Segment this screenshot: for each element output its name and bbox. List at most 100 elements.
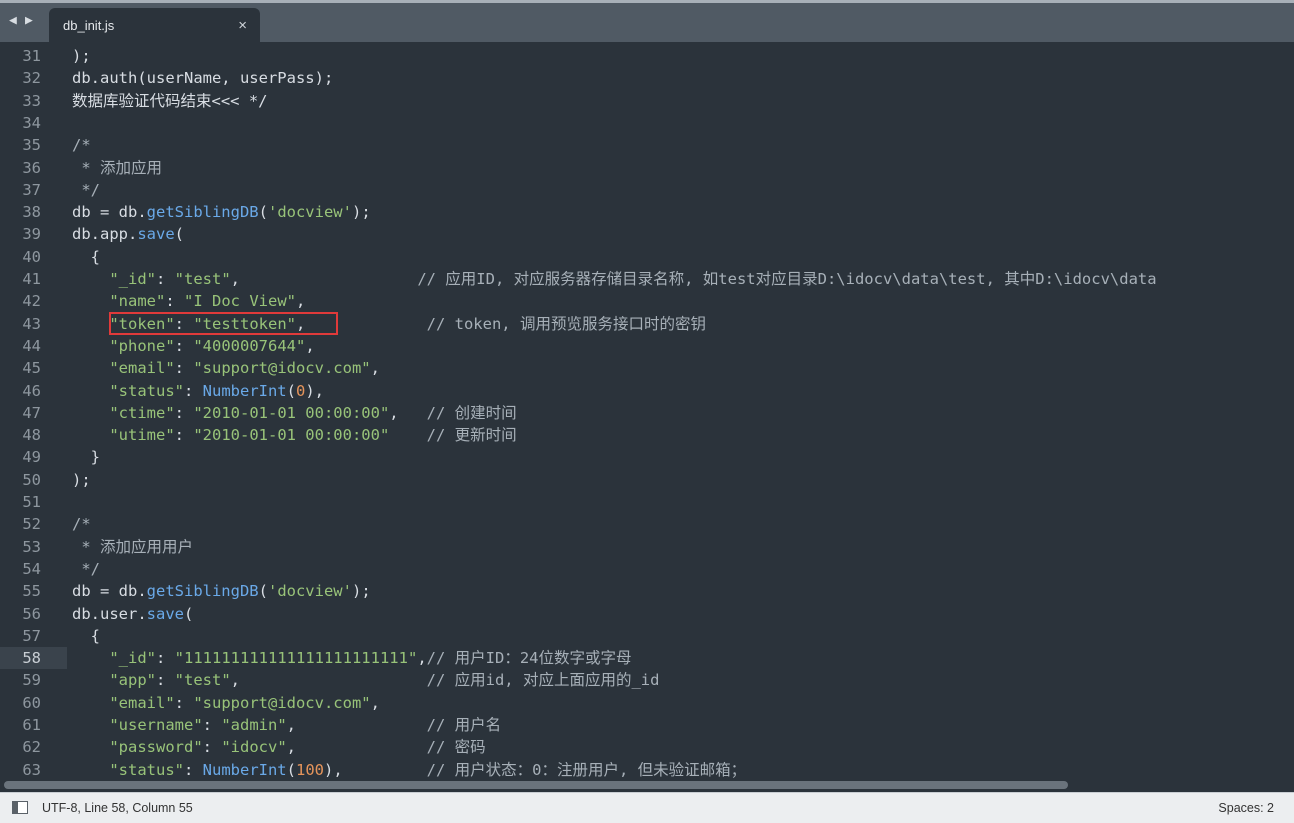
code-token-func: save	[137, 225, 175, 244]
code-text: "password": "idocv", // 密码	[72, 736, 485, 758]
code-line[interactable]: 39 db.app.save(	[0, 223, 1294, 245]
code-line[interactable]: 63 "status": NumberInt(100), // 用户状态：0：注…	[0, 759, 1294, 778]
code-token-text: {	[72, 626, 100, 645]
code-token-string: "I Doc View"	[184, 292, 296, 311]
code-line[interactable]: 48 "utime": "2010-01-01 00:00:00" // 更新时…	[0, 424, 1294, 446]
code-line[interactable]: 40 {	[0, 246, 1294, 268]
line-number: 50	[22, 470, 41, 489]
line-number: 54	[22, 559, 41, 578]
code-line[interactable]: 49 }	[0, 446, 1294, 468]
code-line[interactable]: 45 "email": "support@idocv.com",	[0, 357, 1294, 379]
code-line[interactable]: 52 /*	[0, 513, 1294, 535]
code-token-text: db.auth(userName, userPass);	[72, 69, 334, 88]
code-line[interactable]: 61 "username": "admin", // 用户名	[0, 714, 1294, 736]
code-token-text: :	[156, 270, 175, 288]
code-token-string: "status"	[109, 760, 184, 778]
code-token-text: (	[286, 381, 296, 400]
line-number: 39	[22, 225, 41, 244]
code-line[interactable]: 34	[0, 112, 1294, 134]
code-token-text: );	[72, 47, 91, 65]
code-token-string: "status"	[109, 381, 184, 400]
line-number: 61	[22, 716, 41, 734]
code-token-comment: // 应用id, 对应上面应用的_id	[426, 671, 660, 690]
code-token-text: ,	[370, 693, 380, 712]
nav-forward-icon[interactable]: ▶	[25, 13, 33, 29]
tab-title: db_init.js	[63, 18, 115, 33]
code-line[interactable]: 33 数据库验证代码结束<<< */	[0, 90, 1294, 112]
code-line[interactable]: 62 "password": "idocv", // 密码	[0, 736, 1294, 758]
code-line[interactable]: 35 /*	[0, 134, 1294, 156]
code-token-func: NumberInt	[202, 381, 287, 400]
code-token-string: "2010-01-01 00:00:00"	[193, 403, 390, 422]
code-token-comment: // 用户名	[426, 716, 502, 734]
line-number: 57	[22, 626, 41, 645]
code-token-string: "4000007644"	[193, 336, 306, 355]
nav-back-icon[interactable]: ◀	[9, 13, 17, 29]
code-token-string: "_id"	[109, 270, 156, 288]
code-line[interactable]: 46 "status": NumberInt(0),	[0, 380, 1294, 402]
code-token-string: "app"	[109, 671, 156, 690]
close-icon[interactable]: ×	[238, 17, 247, 34]
code-token-string: "_id"	[109, 649, 156, 668]
code-text: * 添加应用用户	[72, 536, 193, 558]
code-text: db = db.getSiblingDB('docview');	[72, 580, 371, 602]
code-token-string: "test"	[174, 671, 231, 690]
code-line[interactable]: 57 {	[0, 625, 1294, 647]
code-token-text: ,	[295, 292, 306, 311]
code-line[interactable]: 44 "phone": "4000007644",	[0, 335, 1294, 357]
code-line[interactable]: 38 db = db.getSiblingDB('docview');	[0, 201, 1294, 223]
status-indentation[interactable]: Spaces: 2	[1218, 801, 1274, 815]
code-token-string: "password"	[109, 738, 203, 757]
code-token-string: "email"	[109, 359, 175, 378]
horizontal-scrollbar[interactable]	[0, 778, 1294, 792]
code-token-text: ,	[417, 649, 427, 668]
line-number: 35	[22, 136, 41, 155]
code-token-text: :	[174, 359, 194, 378]
code-line[interactable]: 56 db.user.save(	[0, 603, 1294, 625]
code-line[interactable]: 47 "ctime": "2010-01-01 00:00:00", // 创建…	[0, 402, 1294, 424]
code-token-string: "email"	[109, 693, 175, 712]
code-line[interactable]: 42 "name": "I Doc View",	[0, 290, 1294, 312]
code-line[interactable]: 53 * 添加应用用户	[0, 536, 1294, 558]
highlight-annotation-box	[109, 312, 338, 335]
code-line[interactable]: 36 * 添加应用	[0, 157, 1294, 179]
code-line[interactable]: 58 "_id": "111111111111111111111111",// …	[0, 647, 1294, 670]
line-number: 58	[22, 649, 41, 668]
line-number: 53	[22, 537, 41, 556]
line-number: 40	[22, 247, 41, 266]
code-line[interactable]: 31);	[0, 45, 1294, 67]
code-text: "ctime": "2010-01-01 00:00:00", // 创建时间	[72, 402, 516, 424]
code-token-text: ,	[230, 671, 427, 690]
code-token-comment: // token, 调用预览服务接口时的密钥	[426, 314, 706, 333]
tab-db-init[interactable]: db_init.js ×	[49, 8, 260, 45]
code-line[interactable]: 59 "app": "test", // 应用id, 对应上面应用的_id	[0, 669, 1294, 691]
code-line[interactable]: 54 */	[0, 558, 1294, 580]
sidebar-toggle-icon[interactable]	[12, 801, 28, 814]
code-line[interactable]: 60 "email": "support@idocv.com",	[0, 692, 1294, 714]
code-token-string: 'docview'	[267, 203, 352, 222]
code-line[interactable]: 55 db = db.getSiblingDB('docview');	[0, 580, 1294, 602]
line-number: 31	[22, 47, 41, 65]
code-line[interactable]: 50);	[0, 469, 1294, 491]
code-text: "_id": "test", // 应用ID, 对应服务器存储目录名称, 如te…	[72, 268, 1156, 290]
status-bar: UTF-8, Line 58, Column 55 Spaces: 2	[0, 792, 1294, 823]
code-editor[interactable]: 31); 32 db.auth(userName, userPass); 33 数据库验…	[0, 44, 1294, 778]
scrollbar-thumb[interactable]	[4, 781, 1068, 789]
code-token-text: );	[351, 203, 371, 222]
code-line[interactable]: 32 db.auth(userName, userPass);	[0, 67, 1294, 89]
code-token-text: :	[202, 738, 222, 757]
line-number: 62	[22, 738, 41, 757]
code-line[interactable]: 37 */	[0, 179, 1294, 201]
line-number: 42	[22, 292, 41, 311]
code-text: */	[72, 558, 100, 580]
code-text: db.auth(userName, userPass);	[72, 67, 333, 89]
code-text: "email": "support@idocv.com",	[72, 692, 380, 714]
line-number: 45	[22, 359, 41, 378]
code-token-string: "phone"	[109, 336, 175, 355]
code-line[interactable]: 51	[0, 491, 1294, 513]
code-token-text: :	[183, 760, 203, 778]
code-line[interactable]: 41 "_id": "test", // 应用ID, 对应服务器存储目录名称, …	[0, 268, 1294, 290]
